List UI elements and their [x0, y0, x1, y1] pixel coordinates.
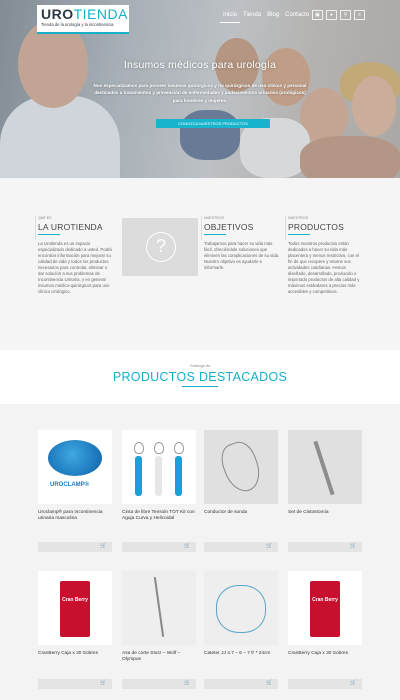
- hero-description: Nos especializamos para proveer insumos …: [93, 83, 307, 103]
- nav-item-tienda[interactable]: Tienda: [240, 8, 264, 23]
- featured-eyebrow: Catálogo de: [189, 364, 211, 368]
- cart-icon[interactable]: 🛒: [184, 680, 190, 686]
- product-image-label: Cran Berry: [62, 597, 88, 603]
- product-card-footer: 🛒: [204, 542, 278, 552]
- product-card-footer: 🛒: [38, 679, 112, 689]
- product-name[interactable]: Set de Cistostomía: [288, 510, 362, 516]
- header-icons: ▣ ● ⚲ ≡: [312, 10, 365, 20]
- top-navigation: UROTIENDA Tienda de la urología y la inc…: [0, 0, 400, 34]
- product-image[interactable]: [288, 430, 362, 504]
- about-column-urotienda: QUÉ ES LA UROTIENDA La Urotienda es un e…: [35, 216, 114, 295]
- column-eyebrow: NUESTROS: [204, 216, 224, 220]
- heading-underline: [204, 234, 226, 235]
- logo-tagline: Tienda de la urología y la incontinencia: [41, 22, 114, 27]
- product-card-footer: 🛒: [122, 679, 196, 689]
- product-card-footer: 🛒: [288, 542, 362, 552]
- product-image[interactable]: UROCLAMP®: [38, 430, 112, 504]
- nav-item-blog[interactable]: Blog: [264, 8, 282, 23]
- column-heading: OBJETIVOS: [204, 222, 254, 232]
- product-image[interactable]: Cran Berry: [38, 571, 112, 645]
- column-heading: LA UROTIENDA: [38, 222, 103, 232]
- hero-title: Insumos médicos para urología: [123, 59, 277, 71]
- cart-icon[interactable]: 🛒: [350, 680, 356, 686]
- product-name[interactable]: Cateter JJ 4.7 – 6 – 7 fr * 24cm: [204, 651, 278, 657]
- product-image[interactable]: [204, 571, 278, 645]
- products-cta-button[interactable]: CONOZCA NUESTROS PRODUCTOS: [156, 119, 270, 128]
- language-icon[interactable]: ≡: [354, 10, 365, 20]
- column-heading: PRODUCTOS: [288, 222, 344, 232]
- search-icon[interactable]: ⚲: [340, 10, 351, 20]
- product-name[interactable]: Cinta de libre Tensión TOT Kit con Aguja…: [122, 510, 196, 522]
- cart-icon[interactable]: 🛒: [184, 543, 190, 549]
- product-card-footer: 🛒: [38, 542, 112, 552]
- product-name[interactable]: Asa de corte Storz – Wolf – Olympus: [122, 651, 196, 663]
- featured-title: PRODUCTOS DESTACADOS: [112, 370, 288, 384]
- cart-icon[interactable]: 🛒: [266, 543, 272, 549]
- logo-underline: [37, 32, 129, 34]
- column-body: Trabajamos para hacer su vida más fácil,…: [204, 241, 280, 270]
- heading-underline: [288, 234, 310, 235]
- column-body: La Urotienda es un espacio especializado…: [38, 241, 112, 294]
- product-name[interactable]: CranBerry Caja x 30 Sobres: [288, 651, 362, 657]
- column-eyebrow: QUÉ ES: [38, 216, 52, 220]
- product-image[interactable]: Cran Berry: [288, 571, 362, 645]
- about-column-objetivos: NUESTROS OBJETIVOS Trabajamos para hacer…: [201, 216, 280, 271]
- product-name[interactable]: Conductor de sonda: [204, 510, 278, 516]
- column-body: Todos nuestros productos están dedicados…: [288, 241, 360, 294]
- product-name[interactable]: Uroclamp® para Incontinencia urinaria ma…: [38, 510, 112, 522]
- cart-icon[interactable]: 🛒: [100, 543, 106, 549]
- heading-underline: [38, 234, 60, 235]
- product-image[interactable]: [204, 430, 278, 504]
- product-card-footer: 🛒: [122, 542, 196, 552]
- user-icon[interactable]: ●: [326, 10, 337, 20]
- cranberry-box-image: Cran Berry: [310, 581, 340, 637]
- product-image-label: UROCLAMP®: [50, 482, 90, 488]
- question-mark-icon: ?: [146, 232, 176, 262]
- cart-icon[interactable]: 🛒: [350, 543, 356, 549]
- uroclamp-device-image: [48, 440, 102, 476]
- product-image[interactable]: [122, 430, 196, 504]
- cart-icon[interactable]: 🛒: [266, 680, 272, 686]
- cart-icon[interactable]: ▣: [312, 10, 323, 20]
- featured-underline: [182, 386, 218, 387]
- hero-banner: UROTIENDA Tienda de la urología y la inc…: [0, 0, 400, 178]
- product-card-footer: 🛒: [288, 679, 362, 689]
- nav-item-contacto[interactable]: Contacto: [282, 8, 312, 23]
- main-menu: Inicio Tienda Blog Contacto: [220, 8, 312, 23]
- about-column-productos: NUESTROS PRODUCTOS Todos nuestros produc…: [285, 216, 364, 295]
- logo-text-bold: URO: [41, 6, 74, 22]
- product-card-footer: 🛒: [204, 679, 278, 689]
- column-eyebrow: NUESTROS: [288, 216, 308, 220]
- cart-icon[interactable]: 🛒: [100, 680, 106, 686]
- placeholder-image: ?: [122, 218, 198, 276]
- product-image-label: Cran Berry: [312, 597, 338, 603]
- nav-item-inicio[interactable]: Inicio: [220, 8, 241, 23]
- product-image[interactable]: [122, 571, 196, 645]
- product-name[interactable]: CranBerry Caja x 30 Sobres: [38, 651, 112, 657]
- logo-text-light: TIENDA: [73, 6, 128, 22]
- cranberry-box-image: Cran Berry: [60, 581, 90, 637]
- site-logo[interactable]: UROTIENDA Tienda de la urología y la inc…: [37, 5, 129, 34]
